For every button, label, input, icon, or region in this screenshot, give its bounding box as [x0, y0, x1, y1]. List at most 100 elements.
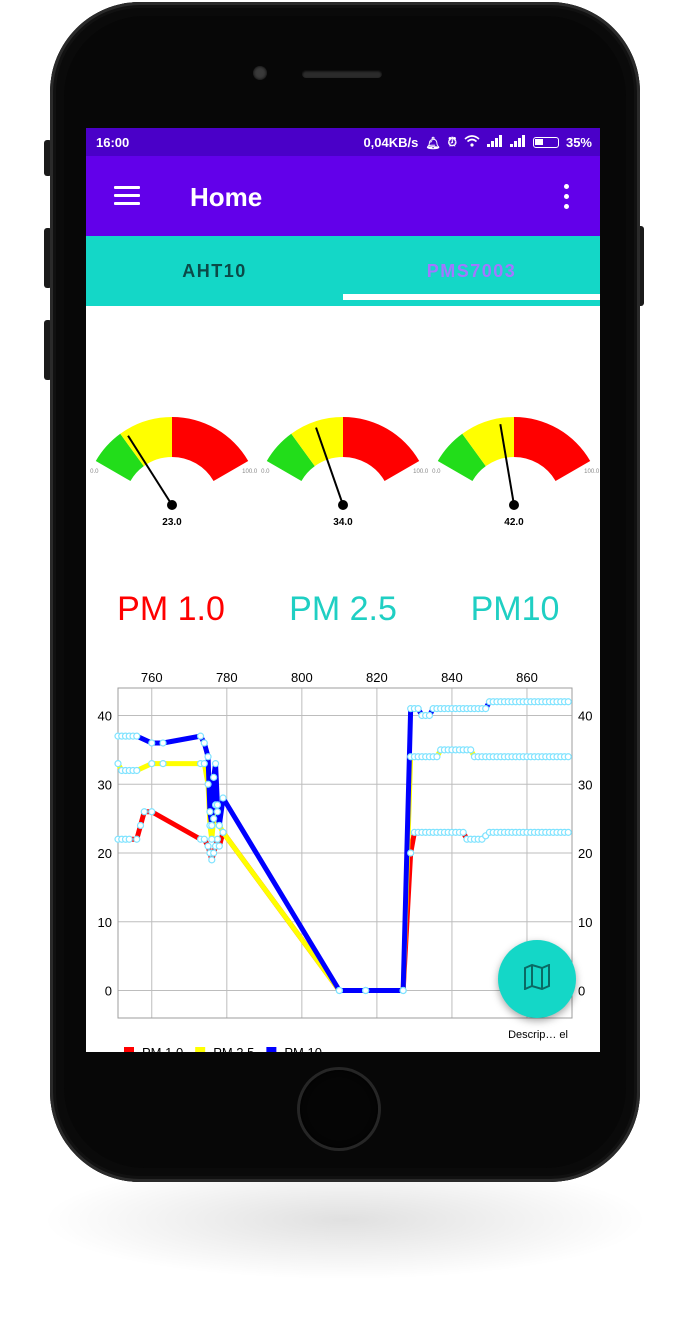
map-icon [523, 962, 551, 995]
data-point [215, 821, 223, 830]
legend-swatch [195, 1047, 206, 1052]
battery-icon [532, 137, 559, 148]
data-point [204, 842, 212, 850]
y-tick-label-right: 30 [578, 777, 592, 792]
data-point [206, 808, 214, 816]
data-point [362, 986, 370, 995]
mute-icon: 🔔︎ [425, 135, 441, 150]
status-time: 16:00 [96, 135, 130, 150]
data-point [148, 808, 156, 816]
y-tick-label-left: 10 [98, 915, 112, 930]
data-point [148, 760, 156, 768]
front-camera [253, 66, 267, 80]
series-line-1 [115, 747, 569, 993]
data-point [399, 986, 407, 995]
data-point [219, 794, 227, 802]
x-tick-label: 840 [441, 670, 463, 685]
legend-swatch [124, 1047, 134, 1052]
y-tick-label-right: 10 [578, 915, 592, 930]
y-tick-label-left: 20 [98, 846, 112, 861]
data-point [114, 760, 122, 768]
data-point [200, 835, 208, 843]
data-point [211, 760, 220, 768]
data-point [196, 732, 205, 740]
data-point [564, 753, 572, 761]
series-line-2 [118, 699, 569, 993]
home-button [300, 1070, 378, 1148]
data-point [564, 828, 572, 836]
y-tick-label-right: 40 [578, 709, 592, 724]
gauges-row: 23.00.0 100.034.00.0 100.042.00.0 100.0 [90, 417, 600, 528]
data-point [215, 842, 223, 850]
y-tick-label-left: 40 [98, 709, 112, 724]
data-point [159, 739, 167, 747]
data-point [210, 773, 218, 781]
x-tick-label: 860 [516, 670, 538, 685]
data-point [482, 705, 490, 713]
gauge-max-label: 100.0 [413, 469, 429, 475]
gauge-max-label: 100.0 [584, 469, 600, 475]
gauge-0: 23.0 0.0 100.0 [90, 417, 258, 528]
gauge-1: 34.0 0.0 100.0 [261, 417, 429, 528]
data-point [200, 739, 208, 747]
pm25-label: PM 2.5 [289, 590, 397, 628]
y-tick-label-left: 0 [105, 984, 112, 999]
data-point [204, 780, 212, 788]
network-speed: 0,04KB/s [363, 135, 419, 150]
legend-label: PM 10 [284, 1045, 322, 1052]
data-point [208, 835, 216, 843]
x-tick-label: 760 [141, 670, 163, 685]
gauge-max-label: 100.0 [242, 469, 258, 475]
hamburger-menu-icon[interactable] [114, 186, 140, 206]
signal-icon [486, 135, 503, 150]
page-title: Home [190, 182, 263, 212]
pm10-label: PM10 [470, 590, 560, 628]
more-vertical-icon[interactable] [562, 184, 570, 210]
gauge-value: 42.0 [504, 517, 524, 528]
data-point [125, 835, 133, 843]
gauge-pivot [167, 500, 177, 510]
wifi-icon [464, 135, 480, 150]
data-point [213, 808, 222, 816]
data-point [407, 849, 415, 857]
map-fab-button[interactable] [498, 940, 576, 1018]
data-point [210, 815, 218, 823]
battery-percent: 35% [565, 135, 592, 150]
legend-label: PM 2.5 [213, 1045, 254, 1052]
status-right: 0,04KB/s 🔔︎ ⏰︎ 35% [363, 135, 592, 150]
data-point [210, 849, 218, 857]
tab-aht10[interactable]: AHT10 [86, 236, 343, 306]
data-point [467, 746, 475, 754]
data-point [133, 835, 141, 843]
status-bar: 16:00 0,04KB/s 🔔︎ ⏰︎ 35% [86, 128, 600, 156]
pm-labels-row: PM 1.0 PM 2.5 PM10 [86, 590, 600, 640]
x-tick-label: 800 [291, 670, 313, 685]
gauge-band [514, 417, 591, 481]
data-point [414, 705, 422, 713]
data-point [159, 760, 167, 768]
gauge-band [172, 417, 249, 481]
phone-screen: 16:00 0,04KB/s 🔔︎ ⏰︎ 35% Home AHT10 PMS7… [86, 128, 600, 1052]
data-point [433, 753, 441, 761]
data-point [136, 821, 145, 830]
gauge-value: 34.0 [333, 517, 353, 528]
gauge-pivot [509, 500, 519, 510]
y-tick-label-left: 30 [98, 777, 112, 792]
alarm-icon: ⏰︎ [447, 135, 457, 149]
x-tick-label: 820 [366, 670, 388, 685]
gauge-min-label: 0.0 [261, 469, 270, 475]
legend-item: PM 1.0 [124, 1045, 183, 1052]
data-point [219, 828, 227, 836]
y-tick-label-right: 20 [578, 846, 592, 861]
data-point [200, 760, 208, 768]
data-point [133, 732, 141, 740]
y-tick-label-right: 0 [578, 984, 585, 999]
data-point [459, 828, 467, 836]
x-tick-label: 780 [216, 670, 238, 685]
data-point [335, 986, 343, 995]
data-point [208, 856, 216, 864]
signal-icon [509, 135, 526, 150]
gauge-band [343, 417, 420, 481]
data-point [208, 821, 216, 830]
data-point [213, 801, 222, 809]
